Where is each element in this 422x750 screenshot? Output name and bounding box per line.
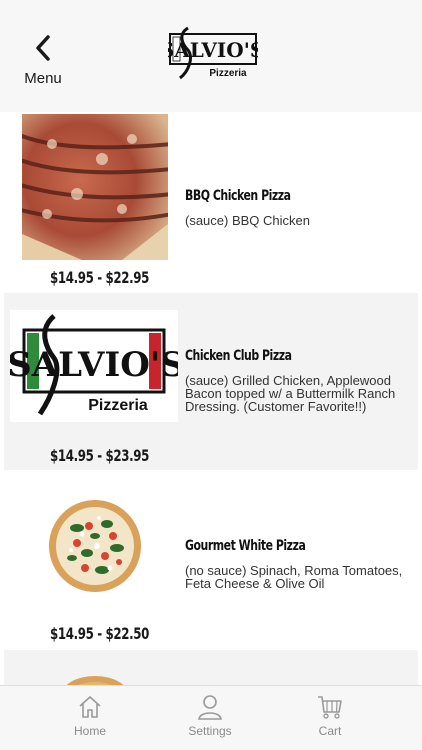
salvios-logo-image: SALVIO'S Pizzeria — [10, 310, 178, 422]
menu-item[interactable]: SALVIO'S Pizzeria Chicken Club Pizza (sa… — [4, 293, 418, 470]
item-description: (sauce) BBQ Chicken — [185, 213, 310, 228]
tab-settings-label: Settings — [188, 724, 232, 738]
item-title: Chicken Club Pizza — [185, 348, 292, 364]
item-price: $14.95 - $22.50 — [50, 624, 149, 643]
back-button[interactable]: Menu — [18, 34, 68, 90]
menu-item[interactable]: Gourmet White Pizza (no sauce) Spinach, … — [0, 472, 422, 650]
chevron-left-icon — [36, 35, 50, 61]
tab-cart-label: Cart — [318, 724, 342, 738]
tab-home[interactable]: Home — [40, 694, 140, 738]
item-price: $14.95 - $23.95 — [50, 446, 149, 465]
svg-text:Pizzeria: Pizzeria — [209, 68, 247, 79]
menu-screen: Menu SALVIO'S Pizzeria — [0, 0, 422, 750]
tab-settings[interactable]: Settings — [160, 694, 260, 738]
user-icon — [198, 695, 222, 720]
bbq-chicken-pizza-image — [22, 114, 168, 260]
item-title: Gourmet White Pizza — [185, 538, 306, 554]
menu-item[interactable] — [4, 650, 418, 685]
item-description: (sauce) Grilled Chicken, Applewood Bacon… — [185, 373, 396, 414]
menu-list: BBQ Chicken Pizza (sauce) BBQ Chicken $1… — [0, 112, 422, 685]
salvios-logo: SALVIO'S Pizzeria — [168, 26, 258, 80]
tab-bar: Home Settings Cart — [0, 685, 422, 750]
back-label: Menu — [24, 70, 62, 87]
item-title: BBQ Chicken Pizza — [185, 188, 291, 204]
cart-icon — [318, 696, 342, 719]
svg-text:SALVIO'S: SALVIO'S — [10, 345, 178, 385]
menu-item[interactable]: BBQ Chicken Pizza (sauce) BBQ Chicken $1… — [0, 112, 422, 292]
tab-home-label: Home — [73, 724, 106, 738]
item-description: (no sauce) Spinach, Roma Tomatoes, Feta … — [185, 563, 403, 591]
item-price: $14.95 - $22.95 — [50, 268, 149, 287]
tab-cart[interactable]: Cart — [280, 694, 380, 738]
pizza-image-partial — [60, 674, 130, 685]
gourmet-white-pizza-image — [47, 498, 143, 594]
svg-text:Pizzeria: Pizzeria — [88, 397, 148, 414]
home-icon — [79, 696, 101, 718]
header-bar: Menu SALVIO'S Pizzeria — [0, 0, 422, 112]
